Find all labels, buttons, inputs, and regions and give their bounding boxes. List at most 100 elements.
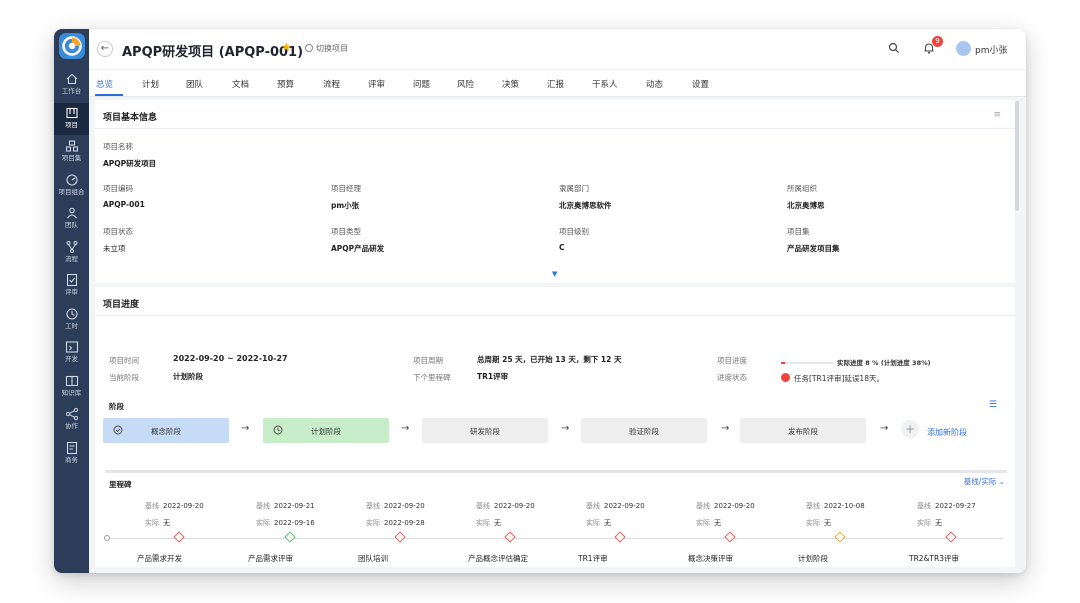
milestone-baseline: 基线 2022-09-20 [696,501,755,511]
tab-9[interactable]: 决策 [502,78,519,90]
user-name[interactable]: pm小张 [975,43,1007,56]
field-value: 北京奥博思 [787,201,825,210]
stage-2[interactable]: 研发阶段 [422,418,548,443]
milestone-diamond-icon[interactable] [173,531,185,543]
next-milestone-value[interactable]: TR1评审 [477,371,508,382]
switch-project-button[interactable]: 切换项目 [305,43,348,54]
milestone-name[interactable]: TR1评审 [578,553,608,564]
field-label: 所属组织 [787,184,817,193]
sidebar-item-project[interactable]: 项目 [54,103,89,135]
next-milestone-label: 下个里程碑 [413,373,451,382]
progress-text: 实际进度 8 % (计划进度 38%) [837,359,931,367]
sidebar-item-review[interactable]: 评审 [54,270,89,302]
milestone-diamond-icon[interactable] [834,531,846,543]
sidebar-item-team[interactable]: 团队 [54,203,89,235]
milestone-diamond-icon[interactable] [724,531,736,543]
switch-project-label: 切换项目 [316,44,348,53]
milestone-name[interactable]: 计划阶段 [798,553,828,564]
progress-bar [781,362,833,364]
milestone-actual: 实际 2022-09-16 [256,518,315,528]
sidebar-item-share[interactable]: 协作 [54,404,89,436]
tab-13[interactable]: 设置 [692,78,709,90]
clock-icon [65,308,78,320]
baseline-key: 基线 [806,502,820,510]
tab-10[interactable]: 汇报 [547,78,564,90]
actual-date: 无 [163,519,170,527]
tab-4[interactable]: 预算 [277,78,294,90]
progress-card: 项目进度 项目时间 2022-09-20 ~ 2022-10-27 当前阶段 计… [95,287,1015,567]
tab-3[interactable]: 文档 [232,78,249,90]
milestone-name[interactable]: 产品需求评审 [248,553,293,564]
milestone-diamond-icon[interactable] [945,531,957,543]
sidebar-item-process[interactable]: 流程 [54,237,89,269]
search-icon[interactable] [888,42,900,54]
project-time-label: 项目时间 [109,356,139,365]
stage-1[interactable]: 计划阶段 [263,418,389,443]
current-phase-label: 当前阶段 [109,373,139,382]
stage-3[interactable]: 验证阶段 [581,418,707,443]
tab-0[interactable]: 总览 [96,78,113,90]
stage-0[interactable]: 概念阶段 [103,418,229,443]
arrow-right-icon: → [401,423,410,434]
add-stage-button[interactable]: 添加新阶段 [927,427,967,438]
home-icon [66,73,77,85]
sidebar-item-home[interactable]: 工作台 [54,69,89,101]
field-value: APQP-001 [103,200,145,209]
milestone-actual: 实际无 [917,518,942,528]
milestone-diamond-icon[interactable] [504,531,516,543]
baseline-date: 2022-09-21 [274,502,315,510]
sidebar-item-project-set[interactable]: 项目集 [54,136,89,168]
milestone-name[interactable]: 概念决策评审 [688,553,733,564]
tab-12[interactable]: 动态 [646,78,663,90]
sidebar-item-label: 知识库 [61,389,82,397]
stage-list-icon[interactable]: ☰ [989,400,997,410]
tab-6[interactable]: 评审 [368,78,385,90]
sidebar-item-portfolio[interactable]: 项目组合 [54,170,89,202]
active-tab-indicator [95,94,123,96]
avatar[interactable] [956,41,971,56]
milestone-name[interactable]: 产品需求开发 [137,553,182,564]
team-icon [66,207,77,219]
milestone-name[interactable]: TR2&TR3评审 [909,553,959,564]
stage-4[interactable]: 发布阶段 [740,418,866,443]
tab-bar: 总览 计划 团队 文档 预算 流程 评审 问题 风险 决策 汇报 干系人 动态 设置 [89,69,1026,97]
vertical-scrollbar[interactable] [1015,101,1019,211]
list-menu-icon[interactable]: ≡ [993,110,1001,120]
favorite-star-icon[interactable]: ★ [281,40,292,54]
sidebar-item-clock[interactable]: 工时 [54,304,89,336]
field-value: 产品研发项目集 [787,244,840,253]
tab-1[interactable]: 计划 [142,78,159,90]
sidebar-item-dev[interactable]: 开发 [54,337,89,369]
back-button[interactable]: ← [97,41,113,57]
actual-key: 实际 [586,519,600,527]
milestone-diamond-icon[interactable] [394,531,406,543]
stage-label: 计划阶段 [311,427,341,436]
sidebar-item-label: 商务 [65,456,78,464]
milestone-diamond-icon[interactable] [284,531,296,543]
baseline-key: 基线 [145,502,159,510]
actual-key: 实际 [476,519,490,527]
field-label: 项目集 [787,227,810,236]
actual-key: 实际 [917,519,931,527]
expand-caret-icon[interactable]: ▼ [552,270,557,278]
milestone-baseline: 基线 2022-09-20 [145,501,204,511]
milestone-name[interactable]: 团队培训 [358,553,388,564]
tab-11[interactable]: 干系人 [592,78,618,90]
sidebar-item-knowledge[interactable]: 知识库 [54,371,89,403]
sidebar-item-business[interactable]: 商务 [54,438,89,470]
field-label: 项目类型 [331,227,361,236]
field-label: 项目编码 [103,184,133,193]
tab-8[interactable]: 风险 [457,78,474,90]
baseline-date: 2022-09-20 [494,502,535,510]
tab-5[interactable]: 流程 [323,78,340,90]
baseline-key: 基线 [586,502,600,510]
app-logo[interactable] [59,33,85,59]
milestone-diamond-icon[interactable] [614,531,626,543]
actual-date: 2022-09-28 [384,519,425,527]
baseline-actual-dropdown[interactable]: 基线/实际 ⌄ [964,476,1005,487]
tab-7[interactable]: 问题 [413,78,430,90]
add-stage-icon[interactable]: + [901,420,919,438]
milestone-name[interactable]: 产品概念评估确定 [468,553,528,564]
tab-2[interactable]: 团队 [186,78,203,90]
milestone-diamond-core [618,535,622,539]
